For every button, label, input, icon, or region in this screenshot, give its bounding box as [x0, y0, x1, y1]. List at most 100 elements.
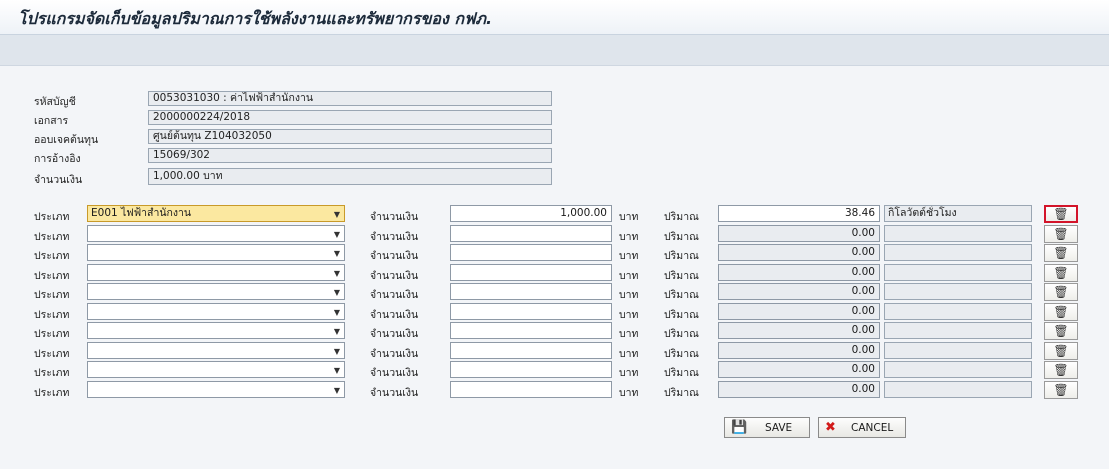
quantity-label: ปริมาณ	[664, 387, 699, 399]
quantity-input: 0.00	[718, 361, 880, 378]
trash-icon: 🗑	[1053, 305, 1069, 319]
delete-row-button[interactable]: 🗑	[1044, 264, 1078, 282]
baht-label: บาท	[619, 289, 639, 301]
type-select[interactable]: ▼	[87, 361, 345, 378]
unit-field	[884, 342, 1032, 359]
reference-field: 15069/302	[148, 148, 552, 163]
amount-input[interactable]: 1,000.00	[450, 205, 612, 222]
doc-field: 2000000224/2018	[148, 110, 552, 125]
amount-input[interactable]	[450, 381, 612, 398]
quantity-label: ปริมาณ	[664, 250, 699, 262]
quantity-input: 0.00	[718, 342, 880, 359]
type-select[interactable]: ▼	[87, 342, 345, 359]
quantity-label: ปริมาณ	[664, 367, 699, 379]
amount-input[interactable]	[450, 342, 612, 359]
baht-label: บาท	[619, 367, 639, 379]
delete-row-button[interactable]: 🗑	[1044, 322, 1078, 340]
amount-input[interactable]	[450, 303, 612, 320]
type-label: ประเภท	[34, 309, 70, 321]
chevron-down-icon[interactable]: ▼	[334, 344, 340, 358]
quantity-input: 0.00	[718, 381, 880, 398]
type-label: ประเภท	[34, 250, 70, 262]
unit-field	[884, 264, 1032, 281]
amount-input[interactable]	[450, 322, 612, 339]
cost-object-label: ออบเจคต้นทุน	[34, 134, 99, 146]
type-select[interactable]: ▼	[87, 244, 345, 261]
type-select[interactable]: E001 ไฟฟ้าสำนักงาน ▼	[87, 205, 345, 222]
type-select[interactable]: ▼	[87, 322, 345, 339]
quantity-input[interactable]: 38.46	[718, 205, 880, 222]
quantity-input: 0.00	[718, 322, 880, 339]
unit-field	[884, 361, 1032, 378]
type-select-value: E001 ไฟฟ้าสำนักงาน	[91, 207, 192, 219]
quantity-input: 0.00	[718, 225, 880, 242]
amount-label: จำนวนเงิน	[370, 231, 419, 243]
type-select[interactable]: ▼	[87, 381, 345, 398]
unit-field	[884, 303, 1032, 320]
trash-icon: 🗑	[1053, 246, 1069, 260]
amount-label: จำนวนเงิน	[370, 289, 419, 301]
delete-row-button[interactable]: 🗑	[1044, 361, 1078, 379]
type-select[interactable]: ▼	[87, 283, 345, 300]
doc-label: เอกสาร	[34, 115, 69, 127]
save-button-label: SAVE	[765, 421, 793, 434]
quantity-input: 0.00	[718, 303, 880, 320]
chevron-down-icon[interactable]: ▼	[334, 246, 340, 260]
amount-input[interactable]	[450, 244, 612, 261]
trash-icon: 🗑	[1053, 266, 1069, 280]
delete-row-button[interactable]: 🗑	[1044, 205, 1078, 223]
baht-label: บาท	[619, 387, 639, 399]
delete-row-button[interactable]: 🗑	[1044, 342, 1078, 360]
delete-row-button[interactable]: 🗑	[1044, 244, 1078, 262]
quantity-input: 0.00	[718, 283, 880, 300]
chevron-down-icon[interactable]: ▼	[334, 383, 340, 397]
chevron-down-icon[interactable]: ▼	[334, 266, 340, 280]
chevron-down-icon[interactable]: ▼	[334, 305, 340, 319]
amount-input[interactable]	[450, 283, 612, 300]
amount-input[interactable]	[450, 361, 612, 378]
baht-label: บาท	[619, 270, 639, 282]
amount-label: จำนวนเงิน	[370, 250, 419, 262]
unit-field	[884, 225, 1032, 242]
type-select[interactable]: ▼	[87, 225, 345, 242]
amount-input[interactable]	[450, 264, 612, 281]
type-select[interactable]: ▼	[87, 264, 345, 281]
chevron-down-icon[interactable]: ▼	[334, 285, 340, 299]
type-label: ประเภท	[34, 289, 70, 301]
delete-row-button[interactable]: 🗑	[1044, 381, 1078, 399]
chevron-down-icon[interactable]: ▼	[334, 363, 340, 377]
delete-row-button[interactable]: 🗑	[1044, 225, 1078, 243]
cancel-button[interactable]: ✖ CANCEL	[818, 417, 906, 438]
delete-row-button[interactable]: 🗑	[1044, 303, 1078, 321]
type-label: ประเภท	[34, 367, 70, 379]
total-amount-label: จำนวนเงิน	[34, 174, 83, 186]
title-bar: โปรแกรมจัดเก็บข้อมูลปริมาณการใช้พลังงานแ…	[0, 0, 1109, 35]
unit-field	[884, 381, 1032, 398]
baht-label: บาท	[619, 250, 639, 262]
chevron-down-icon[interactable]: ▼	[334, 324, 340, 338]
type-label: ประเภท	[34, 328, 70, 340]
trash-icon: 🗑	[1053, 383, 1069, 397]
quantity-label: ปริมาณ	[664, 289, 699, 301]
unit-field: กิโลวัตต์ชั่วโมง	[884, 205, 1032, 222]
save-button[interactable]: 💾 SAVE	[724, 417, 810, 438]
amount-label: จำนวนเงิน	[370, 270, 419, 282]
type-select[interactable]: ▼	[87, 303, 345, 320]
amount-label: จำนวนเงิน	[370, 211, 419, 223]
amount-input[interactable]	[450, 225, 612, 242]
amount-label: จำนวนเงิน	[370, 328, 419, 340]
account-label: รหัสบัญชี	[34, 96, 76, 108]
amount-label: จำนวนเงิน	[370, 309, 419, 321]
amount-label: จำนวนเงิน	[370, 367, 419, 379]
chevron-down-icon[interactable]: ▼	[334, 207, 340, 221]
close-icon: ✖	[825, 420, 836, 435]
baht-label: บาท	[619, 211, 639, 223]
quantity-input: 0.00	[718, 244, 880, 261]
cost-object-field: ศูนย์ต้นทุน Z104032050	[148, 129, 552, 144]
baht-label: บาท	[619, 309, 639, 321]
total-amount-field: 1,000.00 บาท	[148, 168, 552, 185]
baht-label: บาท	[619, 348, 639, 360]
chevron-down-icon[interactable]: ▼	[334, 227, 340, 241]
type-label: ประเภท	[34, 270, 70, 282]
delete-row-button[interactable]: 🗑	[1044, 283, 1078, 301]
